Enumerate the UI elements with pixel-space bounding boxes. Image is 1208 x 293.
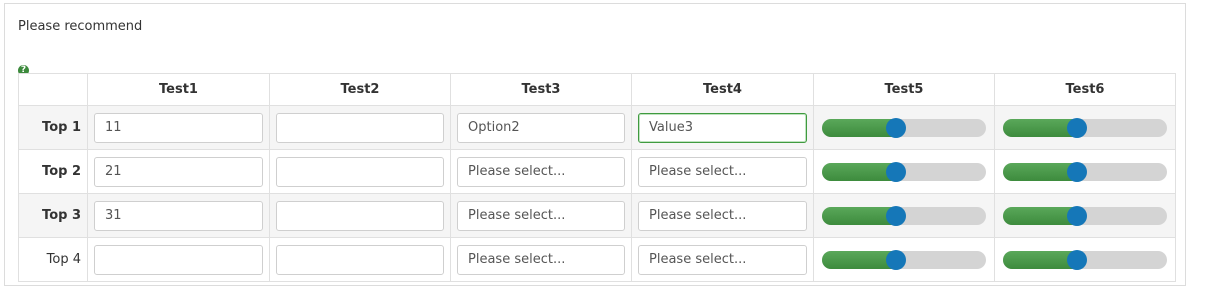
test4-select-input[interactable]: Please select...: [638, 156, 807, 187]
test1-text-input[interactable]: 21: [94, 156, 263, 187]
test6-slider-cell: [994, 193, 1176, 238]
test1-text-input-cell: 31: [87, 193, 270, 238]
table-row: Top 2 21 Please select... Please select...: [18, 149, 1176, 194]
header-row: Test1 Test2 Test3 Test4 Test5 Test6: [18, 73, 1176, 106]
slider-fill: [1003, 118, 1077, 137]
test6-slider[interactable]: [1003, 117, 1167, 138]
test2-text-input-cell: [269, 105, 451, 150]
test4-select-input[interactable]: Please select...: [638, 200, 807, 231]
test3-select-input[interactable]: Please select...: [457, 200, 625, 231]
slider-fill: [822, 162, 896, 181]
test6-slider-cell: [994, 149, 1176, 194]
test5-slider[interactable]: [822, 249, 986, 270]
test6-slider[interactable]: [1003, 249, 1167, 270]
question-panel: Please recommend ? Test1 Test2 Test3 Tes…: [4, 3, 1186, 286]
test2-text-input[interactable]: [276, 200, 444, 231]
slider-fill: [822, 206, 896, 225]
row-label: Top 1: [18, 105, 88, 150]
matrix-table: Test1 Test2 Test3 Test4 Test5 Test6 Top …: [18, 73, 1176, 282]
test5-slider[interactable]: [822, 205, 986, 226]
test2-text-input-cell: [269, 149, 451, 194]
test2-text-input[interactable]: [276, 112, 444, 143]
test4-select-input-cell: Please select...: [631, 237, 814, 282]
test5-slider-cell: [813, 193, 995, 238]
test6-slider[interactable]: [1003, 161, 1167, 182]
question-text: Please recommend: [18, 19, 143, 34]
column-header-test4: Test4: [631, 73, 814, 106]
test3-select-input-cell: Please select...: [450, 193, 632, 238]
column-header-test2: Test2: [269, 73, 451, 106]
test3-select-input[interactable]: Please select...: [457, 156, 625, 187]
test6-slider-cell: [994, 237, 1176, 282]
test1-text-input-cell: 11: [87, 105, 270, 150]
test3-select-input-cell: Please select...: [450, 237, 632, 282]
slider-fill: [822, 250, 896, 269]
test6-slider[interactable]: [1003, 205, 1167, 226]
header-corner: [18, 73, 88, 106]
test4-select-input[interactable]: Please select...: [638, 244, 807, 275]
test2-text-input-cell: [269, 237, 451, 282]
test3-select-input[interactable]: Option2: [457, 112, 625, 143]
slider-thumb[interactable]: [1066, 161, 1087, 182]
column-header-test3: Test3: [450, 73, 632, 106]
column-header-test5: Test5: [813, 73, 995, 106]
table-row: Top 1 11 Option2 Value3: [18, 105, 1176, 150]
test5-slider[interactable]: [822, 117, 986, 138]
test1-text-input[interactable]: 11: [94, 112, 263, 143]
test3-select-input-cell: Please select...: [450, 149, 632, 194]
test1-text-input[interactable]: [94, 244, 263, 275]
row-label: Top 3: [18, 193, 88, 238]
slider-fill: [1003, 250, 1077, 269]
test4-select-input[interactable]: Value3: [638, 112, 807, 143]
test2-text-input[interactable]: [276, 244, 444, 275]
test2-text-input-cell: [269, 193, 451, 238]
test5-slider[interactable]: [822, 161, 986, 182]
slider-fill: [1003, 206, 1077, 225]
slider-fill: [1003, 162, 1077, 181]
column-header-test6: Test6: [994, 73, 1176, 106]
test3-select-input[interactable]: Please select...: [457, 244, 625, 275]
column-header-test1: Test1: [87, 73, 270, 106]
test1-text-input-cell: 21: [87, 149, 270, 194]
test2-text-input[interactable]: [276, 156, 444, 187]
slider-thumb[interactable]: [1066, 249, 1087, 270]
table-row: Top 3 31 Please select... Please select...: [18, 193, 1176, 238]
test5-slider-cell: [813, 237, 995, 282]
slider-thumb[interactable]: [885, 161, 906, 182]
slider-thumb[interactable]: [885, 205, 906, 226]
test1-text-input-cell: [87, 237, 270, 282]
row-label: Top 4: [18, 237, 88, 282]
test5-slider-cell: [813, 149, 995, 194]
slider-fill: [822, 118, 896, 137]
test4-select-input-cell: Value3: [631, 105, 814, 150]
slider-thumb[interactable]: [1066, 205, 1087, 226]
test4-select-input-cell: Please select...: [631, 193, 814, 238]
slider-thumb[interactable]: [1066, 117, 1087, 138]
table-row: Top 4 Please select... Please select...: [18, 237, 1176, 282]
test4-select-input-cell: Please select...: [631, 149, 814, 194]
test1-text-input[interactable]: 31: [94, 200, 263, 231]
slider-thumb[interactable]: [885, 249, 906, 270]
test6-slider-cell: [994, 105, 1176, 150]
test5-slider-cell: [813, 105, 995, 150]
slider-thumb[interactable]: [885, 117, 906, 138]
test3-select-input-cell: Option2: [450, 105, 632, 150]
row-label: Top 2: [18, 149, 88, 194]
